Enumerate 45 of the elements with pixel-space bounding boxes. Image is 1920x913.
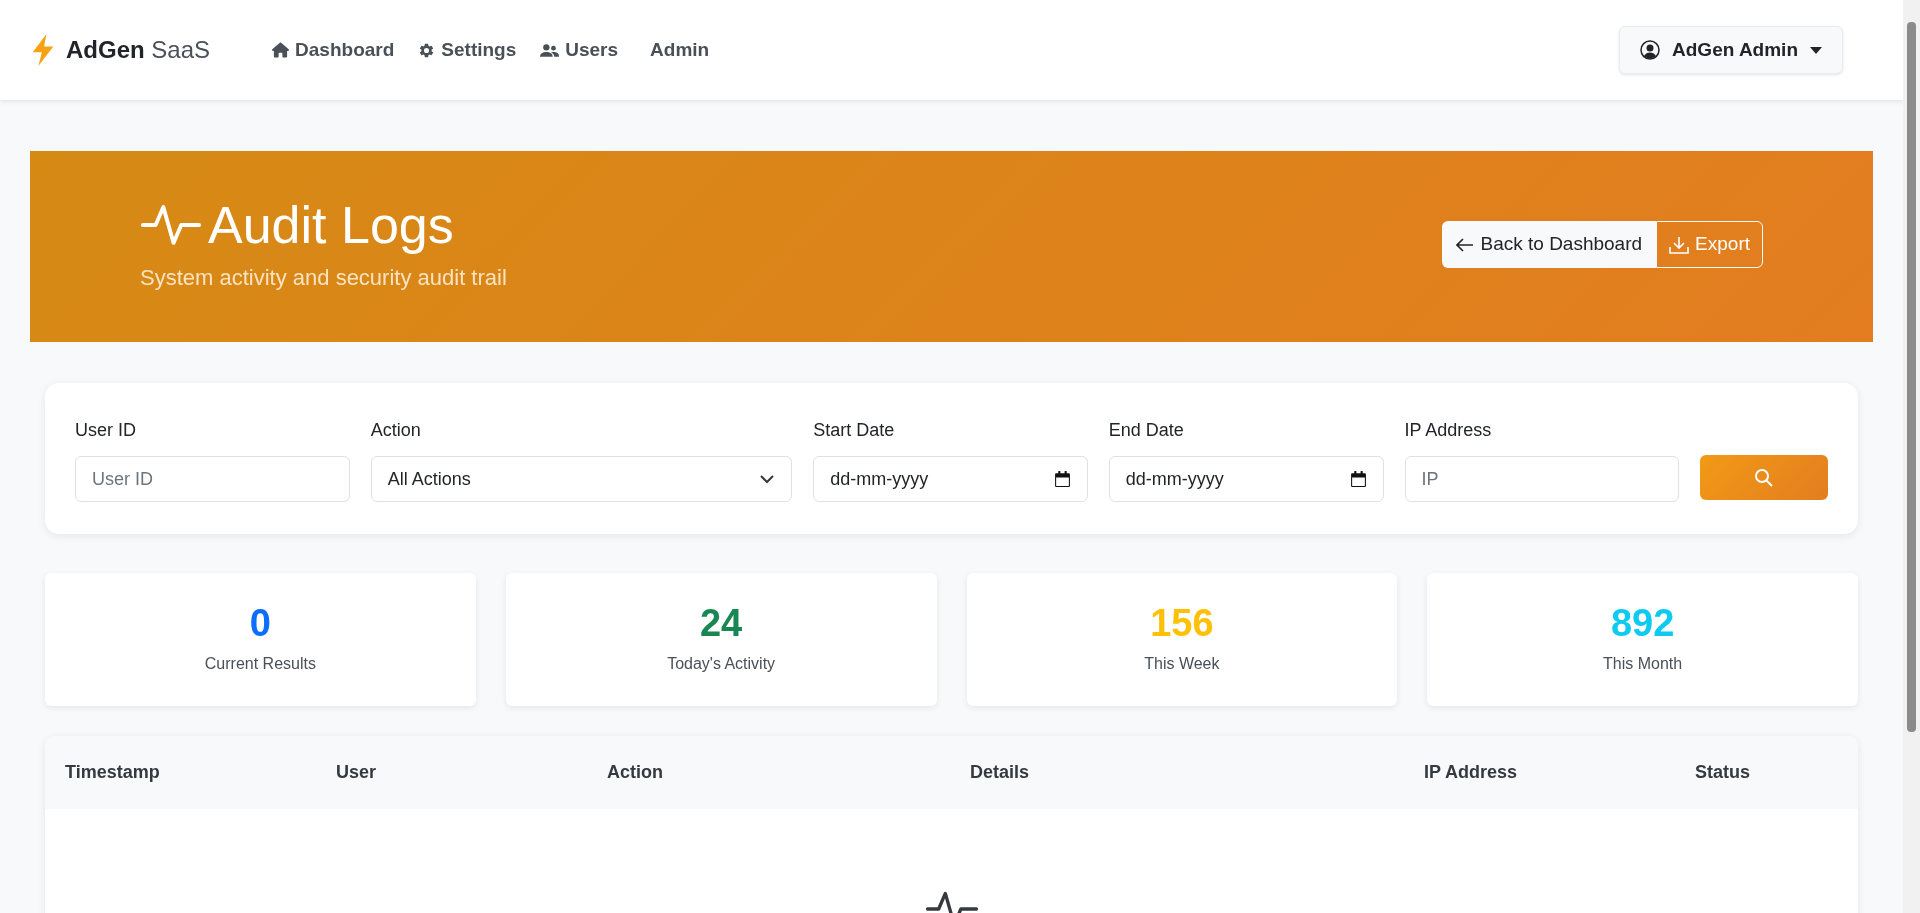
column-header: Timestamp	[65, 761, 161, 784]
pulse-icon	[140, 202, 202, 248]
column-header: Details	[970, 761, 1031, 784]
date-field[interactable]: dd-mm-yyyy	[1108, 456, 1384, 502]
input-field[interactable]: IP	[1404, 456, 1680, 502]
column-header: Status	[1695, 761, 1751, 784]
nav-link[interactable]: Users	[540, 35, 619, 65]
stat-value: 156	[1150, 603, 1214, 642]
lightning-icon	[30, 34, 56, 66]
field-label: Action	[370, 419, 422, 442]
stat-value: 0	[249, 603, 271, 642]
date-field[interactable]: dd-mm-yyyy	[813, 456, 1088, 502]
arrow-left-icon	[1456, 237, 1475, 252]
search-icon	[1754, 467, 1775, 488]
column-header: IP Address	[1424, 761, 1519, 784]
field-label: Start Date	[813, 419, 896, 442]
column-header: User	[336, 761, 378, 784]
stat-label: This Month	[1603, 653, 1683, 674]
search-button[interactable]	[1700, 455, 1828, 500]
stat-label: Current Results	[204, 653, 316, 674]
user-menu-button[interactable]: AdGen Admin	[1619, 26, 1843, 74]
user-avatar-icon	[1640, 40, 1661, 60]
users-icon	[540, 42, 560, 58]
nav-link[interactable]: Settings	[418, 35, 517, 65]
nav-link[interactable]: Admin	[650, 35, 710, 65]
download-icon	[1669, 235, 1690, 254]
back-button[interactable]: Back to Dashboard	[1442, 221, 1657, 268]
caret-icon	[1810, 46, 1822, 54]
brand-logo[interactable]: AdGen SaaS	[66, 32, 211, 68]
column-header: Action	[607, 761, 664, 784]
field-label: IP Address	[1404, 419, 1493, 442]
stat-label: This Week	[1144, 653, 1220, 674]
stat-label: Today's Activity	[667, 653, 776, 674]
field-label: End Date	[1108, 419, 1185, 442]
stat-value: 892	[1610, 603, 1675, 642]
settings-icon	[418, 41, 436, 59]
input-field[interactable]: User ID	[75, 456, 350, 502]
action-select[interactable]: All Actions	[370, 456, 793, 502]
calendar-icon	[1349, 470, 1367, 488]
stat-value: 24	[700, 603, 743, 642]
calendar-icon	[1053, 470, 1071, 488]
page-subtitle: System activity and security audit trail	[140, 264, 507, 292]
home-icon	[272, 42, 290, 58]
nav-link[interactable]: Dashboard	[272, 35, 395, 65]
field-label: User ID	[75, 419, 137, 442]
